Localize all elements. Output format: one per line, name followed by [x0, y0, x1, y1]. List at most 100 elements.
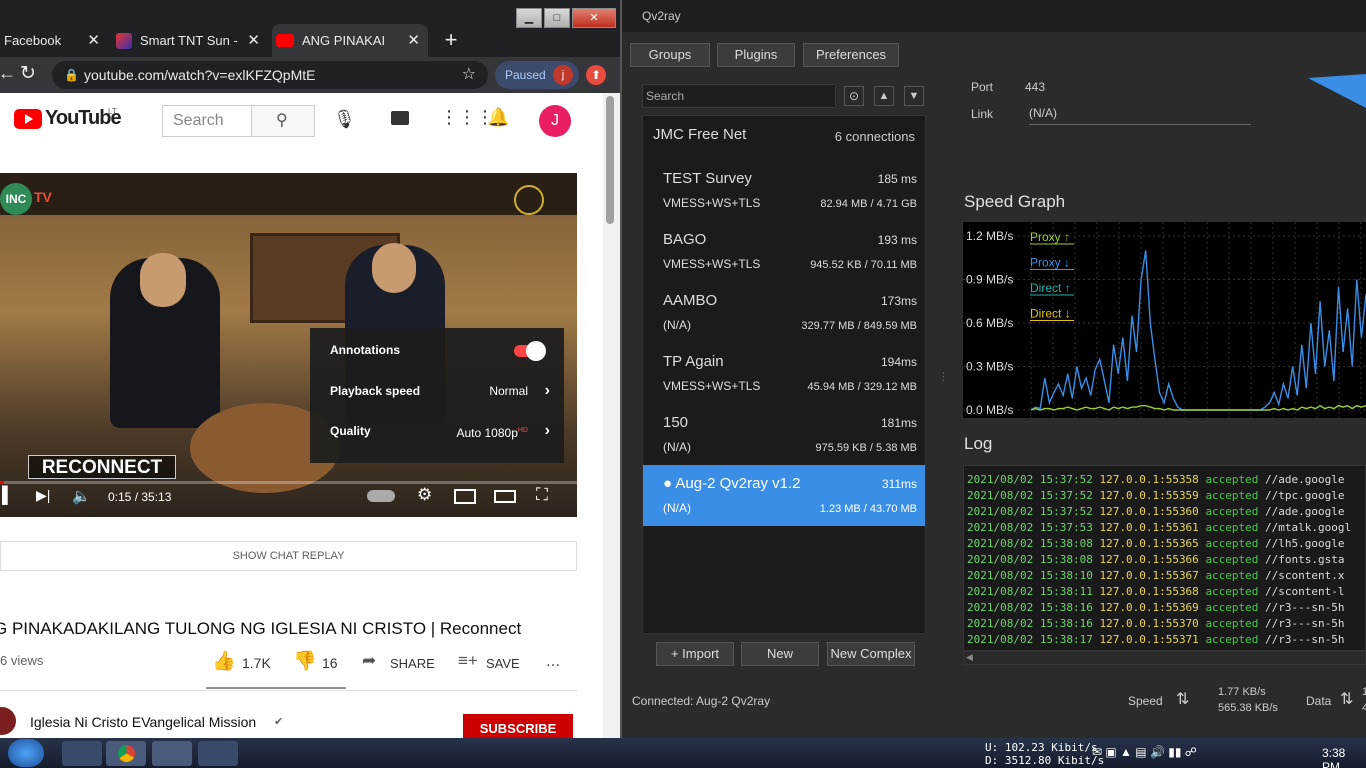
reload-icon[interactable]: ↻: [20, 62, 36, 85]
file-explorer-icon[interactable]: [62, 741, 102, 766]
port-label: Port: [971, 80, 994, 94]
search-button[interactable]: ⚲: [251, 105, 315, 137]
channel-name[interactable]: Iglesia Ni Cristo EVangelical Mission: [30, 714, 256, 730]
save-button[interactable]: SAVE: [486, 656, 520, 671]
chrome-taskbar-icon[interactable]: [106, 741, 146, 766]
menu-item-quality[interactable]: Quality Auto 1080pHD ›: [330, 421, 550, 441]
menu-item-annotations[interactable]: Annotations: [330, 340, 550, 361]
notification-bell-icon[interactable]: 🔔: [487, 107, 509, 128]
volume-icon[interactable]: 🔈: [72, 487, 91, 505]
dislike-icon[interactable]: 👎: [293, 649, 317, 673]
connection-name: TEST Survey: [663, 170, 752, 187]
connection-item[interactable]: TEST Survey 185 ms VMESS+WS+TLS 82.94 MB / …: [643, 160, 925, 221]
progress-bar[interactable]: [0, 481, 577, 484]
miniplayer-icon[interactable]: [454, 489, 476, 504]
locate-icon[interactable]: ⊙: [844, 86, 864, 106]
new-connection-button[interactable]: New: [741, 642, 819, 666]
system-clock[interactable]: 3:38 PM: [1322, 746, 1366, 768]
youtube-page: YouTube LT Search ⚲ 🎙 ⋮⋮⋮ 🔔 J INC TV REC…: [0, 93, 603, 738]
connection-protocol: (N/A): [663, 440, 691, 454]
log-status: accepted: [1205, 505, 1259, 518]
connection-protocol: VMESS+WS+TLS: [663, 257, 761, 271]
qv2ray-logo-icon: [1308, 74, 1366, 114]
splitter-handle[interactable]: ⋮: [938, 370, 949, 383]
connection-latency: 311ms: [881, 477, 917, 491]
log-horizontal-scrollbar[interactable]: ◀: [963, 651, 1366, 665]
lock-icon: 🔒: [64, 68, 79, 82]
show-chat-replay-button[interactable]: SHOW CHAT REPLAY: [0, 541, 577, 571]
tray-icons[interactable]: ✉ ▣ ▲ ▤ 🔊 ▮▮ ☍: [1092, 745, 1197, 759]
connection-search-input[interactable]: Search: [642, 84, 836, 108]
autoplay-toggle[interactable]: [367, 490, 395, 502]
speed-down: 565.38 KB/s: [1218, 702, 1278, 714]
microphone-icon[interactable]: 🎙: [333, 109, 356, 130]
groups-button[interactable]: Groups: [630, 43, 710, 67]
menu-item-playback-speed[interactable]: Playback speed Normal ›: [330, 381, 550, 401]
search-input[interactable]: Search: [162, 105, 252, 137]
page-scrollbar-thumb[interactable]: [606, 96, 614, 224]
new-tab-button[interactable]: +: [438, 28, 464, 54]
log-view[interactable]: 2021/08/02 15:37:52 127.0.0.1:55358 acce…: [963, 465, 1366, 651]
close-tab-icon[interactable]: ✕: [407, 31, 420, 49]
tab-facebook[interactable]: Facebook ✕: [0, 24, 108, 57]
tab-bar: Facebook ✕ Smart TNT Sun - ✕ ANG PINAKAI…: [0, 0, 620, 57]
subscribe-button[interactable]: SUBSCRIBE: [463, 714, 573, 738]
connection-item[interactable]: BAGO 193 ms VMESS+WS+TLS 945.52 KB / 70.11 …: [643, 221, 925, 282]
log-line: 2021/08/02 15:38:10 127.0.0.1:55367 acce…: [964, 568, 1365, 584]
tab-smart-tnt[interactable]: Smart TNT Sun - ✕: [112, 24, 268, 57]
share-icon[interactable]: ➦: [362, 651, 376, 671]
connection-item[interactable]: TP Again 194ms VMESS+WS+TLS 45.94 MB / 329.…: [643, 343, 925, 404]
plugins-button[interactable]: Plugins: [717, 43, 795, 67]
video-player[interactable]: INC TV RECONNECT Annotations Playback sp…: [0, 173, 577, 517]
more-actions-button[interactable]: ...: [546, 651, 560, 671]
notepad-taskbar-icon[interactable]: [198, 741, 238, 766]
group-header[interactable]: JMC Free Net 6 connections: [653, 126, 915, 146]
close-tab-icon[interactable]: ✕: [87, 31, 100, 49]
close-window-button[interactable]: ✕: [572, 8, 616, 28]
theater-mode-icon[interactable]: [494, 490, 516, 503]
log-addr: 127.0.0.1:55366: [1099, 553, 1199, 566]
tab-youtube[interactable]: ANG PINAKAI ✕: [272, 24, 428, 57]
y-tick-label: 0.9 MB/s: [966, 273, 1013, 287]
back-arrow-icon[interactable]: ←: [0, 63, 16, 84]
create-video-icon[interactable]: [391, 111, 409, 125]
log-line: 2021/08/02 15:38:08 127.0.0.1:55366 acce…: [964, 552, 1365, 568]
annotations-toggle[interactable]: [514, 341, 546, 361]
link-value[interactable]: (N/A): [1029, 106, 1251, 125]
save-to-playlist-icon[interactable]: ≡+: [458, 651, 478, 671]
pause-icon[interactable]: ▌: [2, 487, 13, 505]
maximize-button[interactable]: □: [544, 8, 570, 28]
settings-gear-icon[interactable]: ⚙: [417, 485, 432, 505]
new-complex-button[interactable]: New Complex: [827, 642, 915, 666]
update-icon[interactable]: ⬆: [586, 65, 606, 85]
fullscreen-icon[interactable]: ⛶: [536, 485, 548, 505]
log-date: 2021/08/02 15:37:52: [967, 489, 1093, 502]
minimize-button[interactable]: ▁: [516, 8, 542, 28]
account-avatar[interactable]: J: [539, 105, 571, 137]
start-button[interactable]: [8, 739, 44, 767]
channel-avatar[interactable]: [0, 707, 16, 735]
like-icon[interactable]: 👍: [212, 649, 236, 673]
connection-name: BAGO: [663, 231, 707, 248]
youtube-logo-icon[interactable]: [14, 109, 42, 129]
import-button[interactable]: + Import: [656, 642, 734, 666]
preferences-button[interactable]: Preferences: [803, 43, 899, 67]
paused-profile-button[interactable]: Paused j: [495, 61, 579, 89]
log-addr: 127.0.0.1:55370: [1099, 617, 1199, 630]
connection-latency: 193 ms: [877, 233, 917, 247]
next-icon[interactable]: ▶|: [36, 487, 50, 504]
connection-item[interactable]: AAMBO 173ms (N/A) 329.77 MB / 849.59 MB: [643, 282, 925, 343]
chevron-right-icon: ›: [544, 382, 550, 399]
connection-item[interactable]: 150 181ms (N/A) 975.59 KB / 5.38 MB: [643, 404, 925, 465]
data-arrows-icon: ⇅: [1340, 691, 1354, 708]
move-down-icon[interactable]: ▼: [904, 86, 924, 106]
star-icon[interactable]: ☆: [462, 61, 476, 89]
share-button[interactable]: SHARE: [390, 656, 435, 671]
close-tab-icon[interactable]: ✕: [247, 31, 260, 49]
connection-item[interactable]: ● Aug-2 Qv2ray v1.2 311ms (N/A) 1.23 MB / 4…: [643, 465, 925, 526]
url-field[interactable]: 🔒 youtube.com/watch?v=exlKFZQpMtE ☆: [52, 61, 488, 89]
move-up-icon[interactable]: ▲: [874, 86, 894, 106]
apps-grid-icon[interactable]: ⋮⋮⋮: [440, 107, 494, 128]
connection-name: TP Again: [663, 353, 724, 370]
qv2ray-taskbar-icon[interactable]: [152, 741, 192, 766]
